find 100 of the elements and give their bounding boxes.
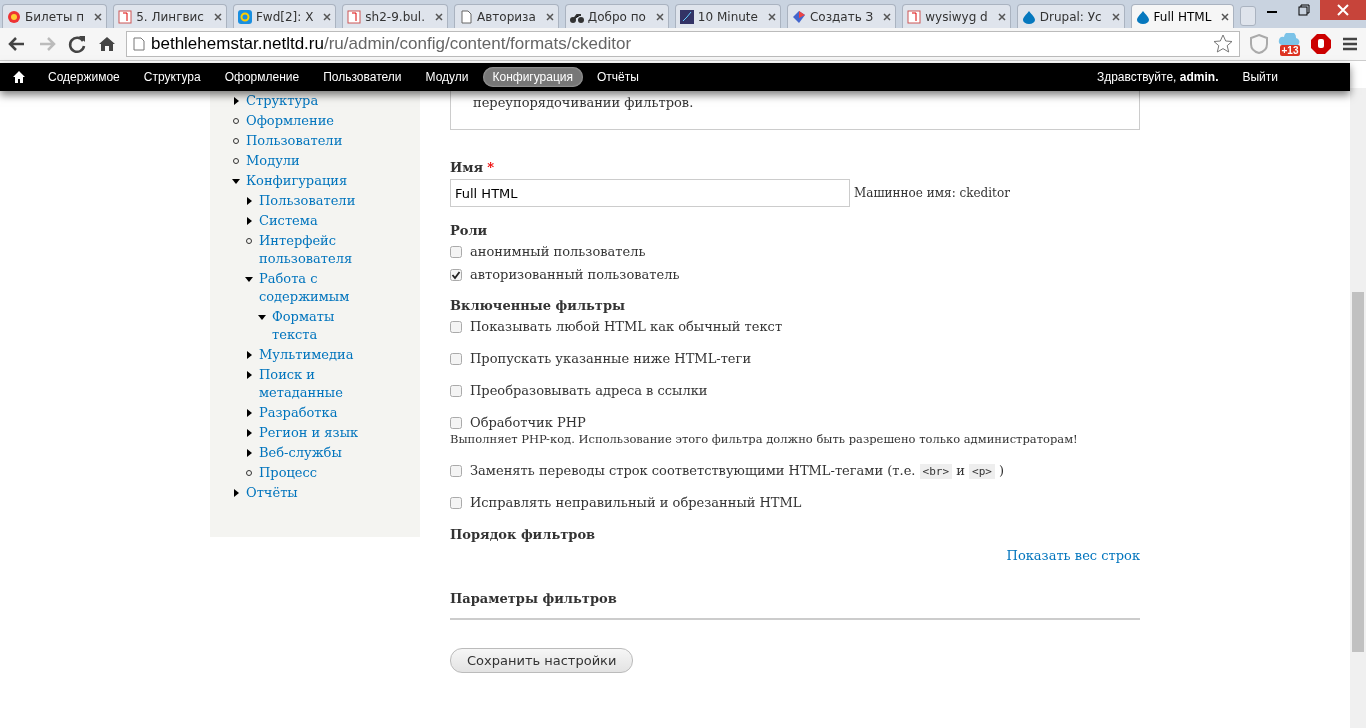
toolbar-link[interactable]: Структура — [133, 67, 211, 87]
checkbox-label[interactable]: Преобразовывать адреса в ссылки — [470, 383, 708, 398]
browser-tab[interactable]: Fwd[2]: Х — [232, 4, 337, 28]
checkbox-label[interactable]: Исправлять неправильный и обрезанный HTML — [470, 495, 802, 510]
notification-badge: +13 — [1279, 44, 1301, 56]
sidebar-link[interactable]: Разработка — [259, 404, 359, 422]
favicon-icon — [347, 9, 362, 24]
toolbar-link[interactable]: Содержимое — [38, 67, 130, 87]
sidebar-link[interactable]: Интерфейс пользователя — [259, 232, 359, 268]
close-icon[interactable] — [213, 12, 222, 21]
checkbox-label[interactable]: Пропускать указанные ниже HTML-теги — [470, 351, 752, 366]
bullet-icon — [232, 117, 240, 125]
sidebar-link[interactable]: Мультимедиа — [259, 346, 359, 364]
checkbox[interactable] — [450, 268, 462, 281]
close-icon[interactable] — [94, 12, 103, 21]
browser-tab[interactable]: Full HTML — [1130, 4, 1235, 28]
browser-tab[interactable]: 10 Minute — [674, 4, 781, 28]
caret-right-icon[interactable] — [245, 197, 253, 205]
greeting-text: Здравствуйте, admin. — [1096, 70, 1219, 84]
favicon-icon — [118, 9, 133, 24]
name-field[interactable]: Full HTML — [450, 179, 850, 207]
save-button[interactable]: Сохранить настройки — [450, 648, 634, 673]
checkbox-label[interactable]: анонимный пользователь — [470, 244, 646, 259]
browser-tab[interactable]: sh2-9.bul. — [342, 4, 448, 28]
close-icon[interactable] — [323, 12, 332, 21]
checkbox[interactable] — [450, 384, 462, 397]
checkbox-label[interactable]: Заменять переводы строк соответствующими HTML-тегами (т.е. <br> и <p> ) — [470, 463, 1005, 478]
reload-icon[interactable] — [66, 33, 88, 55]
toolbar-link[interactable]: Пользователи — [313, 67, 412, 87]
caret-right-icon[interactable] — [245, 409, 253, 417]
sidebar-link[interactable]: Форматы текста — [272, 308, 372, 344]
sidebar-link[interactable]: Система — [259, 212, 359, 230]
close-icon[interactable] — [1221, 12, 1230, 21]
browser-tab[interactable]: Билеты п — [2, 4, 108, 28]
caret-down-icon[interactable] — [245, 275, 253, 283]
star-icon[interactable] — [1213, 34, 1233, 54]
favicon-icon — [1135, 9, 1150, 24]
section-title: Роли — [450, 223, 489, 238]
sidebar-link[interactable]: Поиск и метаданные — [259, 366, 359, 402]
checkbox[interactable] — [450, 416, 462, 429]
caret-right-icon[interactable] — [245, 429, 253, 437]
sidebar-link[interactable]: Структура — [246, 92, 346, 110]
address-bar[interactable]: bethlehemstar.netltd.ru/ru/admin/config/content/formats/ckeditor — [126, 31, 1240, 57]
close-icon[interactable] — [545, 12, 554, 21]
checkbox[interactable] — [450, 352, 462, 365]
stop-hand-icon[interactable] — [1310, 33, 1332, 55]
field-label: Имя — [450, 160, 484, 175]
caret-right-icon[interactable] — [232, 489, 240, 497]
toolbar-link[interactable]: Оформление — [214, 67, 310, 87]
sidebar-link[interactable]: Процесс — [259, 464, 359, 482]
favicon-icon — [1021, 9, 1036, 24]
page-icon — [133, 37, 145, 51]
checkbox[interactable] — [450, 245, 462, 258]
section-title: Включенные фильтры — [450, 298, 627, 313]
caret-right-icon[interactable] — [245, 371, 253, 379]
checkbox[interactable] — [450, 320, 462, 333]
browser-tab[interactable]: Авториза — [454, 4, 559, 28]
required-mark: * — [487, 160, 494, 175]
checkbox[interactable] — [450, 496, 462, 509]
bullet-icon — [232, 157, 240, 165]
close-icon[interactable] — [1111, 12, 1120, 21]
sidebar-link[interactable]: Пользователи — [259, 192, 359, 210]
checkbox-label[interactable]: авторизованный пользователь — [470, 267, 680, 282]
sidebar-link[interactable]: Оформление — [246, 112, 346, 130]
scrollbar[interactable] — [1350, 88, 1366, 728]
browser-tab[interactable]: Создать З — [786, 4, 897, 28]
checkbox[interactable] — [450, 464, 462, 477]
bullet-icon — [232, 137, 240, 145]
sidebar-link[interactable]: Модули — [246, 152, 346, 170]
close-icon[interactable] — [997, 12, 1006, 21]
close-icon[interactable] — [767, 12, 776, 21]
toolbar-link[interactable]: Конфигурация — [482, 67, 584, 87]
caret-right-icon[interactable] — [245, 217, 253, 225]
close-icon[interactable] — [883, 12, 892, 21]
browser-tab[interactable]: wysiwyg d — [902, 4, 1011, 28]
sidebar-link[interactable]: Работа с содержимым — [259, 270, 359, 306]
sidebar-link[interactable]: Пользователи — [246, 132, 346, 150]
favicon-icon — [7, 9, 21, 24]
notice-text: переупорядочивании фильтров. — [450, 91, 1140, 130]
checkbox-label[interactable]: Показывать любой HTML как обычный текст — [470, 319, 783, 334]
caret-down-icon[interactable] — [258, 313, 266, 321]
browser-tab[interactable]: Drupal: Ус — [1016, 4, 1125, 28]
sidebar-link[interactable]: Отчёты — [246, 484, 346, 502]
sidebar-link[interactable]: Регион и язык — [259, 424, 359, 442]
toolbar-link[interactable]: Отчёты — [587, 67, 649, 87]
close-icon[interactable] — [655, 12, 664, 21]
sidebar-link[interactable]: Конфигурация — [246, 172, 346, 190]
caret-right-icon[interactable] — [232, 97, 240, 105]
caret-right-icon[interactable] — [245, 449, 253, 457]
sidebar-link[interactable]: Веб-службы — [259, 444, 359, 462]
home-icon[interactable] — [12, 70, 26, 84]
show-weights-link[interactable]: Показать вес строк — [450, 548, 1140, 563]
checkbox-label[interactable]: Обработчик PHP — [470, 415, 586, 430]
logout-link[interactable]: Выйти — [1242, 70, 1278, 84]
close-icon[interactable] — [435, 12, 443, 21]
browser-tab[interactable]: Добро по — [564, 4, 669, 28]
toolbar-link[interactable]: Модули — [415, 67, 479, 87]
caret-down-icon[interactable] — [232, 177, 240, 185]
browser-tab[interactable]: 5. Лингвис — [113, 4, 227, 28]
caret-right-icon[interactable] — [245, 351, 253, 359]
